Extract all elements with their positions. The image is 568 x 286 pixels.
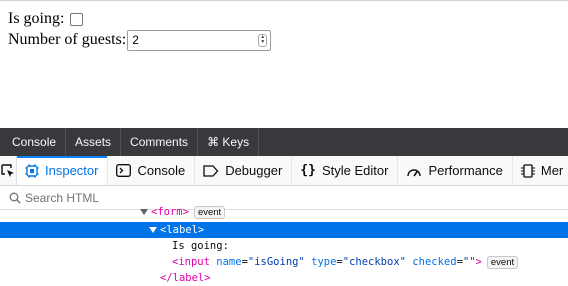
input-close-bracket: >: [475, 256, 482, 268]
memory-icon: [520, 163, 535, 178]
element-picker-button[interactable]: [0, 156, 17, 185]
expand-twisty-icon[interactable]: [149, 227, 157, 233]
element-picker-icon: [1, 163, 14, 177]
tab-performance-label: Performance: [428, 163, 503, 178]
tab-memory-label: Mer: [540, 163, 564, 178]
markup-form-node[interactable]: <form> event: [0, 204, 568, 220]
rendered-page: Is going: Number of guests: 2 ▲ ▼: [0, 0, 568, 128]
guests-label: Number of guests:: [8, 31, 127, 48]
input-open-tag: <input: [172, 256, 210, 268]
markup-tree: <form> event <label> Is going: <input na…: [0, 205, 568, 286]
inspector-icon: [25, 163, 39, 178]
markup-label-close[interactable]: </label>: [0, 270, 568, 286]
attr-value[interactable]: "isGoing": [248, 256, 305, 268]
top-tab-keys[interactable]: ⌘ Keys: [198, 128, 260, 156]
devtools-toolbar: Inspector Console Debugger {} Style Edit…: [0, 156, 568, 186]
attr-type[interactable]: type: [311, 256, 336, 268]
is-going-row: Is going:: [8, 9, 84, 29]
text-node-content: Is going:: [172, 240, 229, 252]
label-open-tag: <label>: [160, 224, 205, 236]
search-html-input[interactable]: Search HTML: [25, 191, 99, 205]
search-icon: [9, 192, 21, 204]
tab-console[interactable]: Console: [108, 156, 196, 185]
attr-checked[interactable]: checked: [412, 256, 456, 268]
expand-twisty-icon[interactable]: [140, 209, 148, 215]
spinner-icon[interactable]: ▲ ▼: [258, 33, 268, 47]
top-tab-console[interactable]: Console: [0, 128, 67, 156]
tab-debugger[interactable]: Debugger: [195, 156, 293, 185]
tab-inspector-label: Inspector: [45, 163, 99, 178]
tab-style-editor[interactable]: {} Style Editor: [292, 156, 399, 185]
console-icon: [116, 164, 132, 177]
event-badge[interactable]: event: [193, 205, 226, 219]
top-tab-comments[interactable]: Comments: [121, 128, 199, 156]
is-going-checkbox[interactable]: [70, 12, 84, 26]
guests-row: Number of guests: 2 ▲ ▼: [8, 29, 272, 51]
label-close-tag: </label>: [160, 272, 211, 284]
markup-text-node[interactable]: Is going:: [0, 238, 568, 254]
tab-inspector[interactable]: Inspector: [17, 156, 109, 185]
tab-style-editor-label: Style Editor: [321, 163, 389, 178]
tab-memory[interactable]: Mer: [513, 156, 568, 185]
markup-input-node[interactable]: <input name = "isGoing" type = "checkbox" ch…: [0, 254, 568, 270]
guests-number-input[interactable]: 2 ▲ ▼: [127, 29, 272, 51]
performance-icon: [406, 164, 422, 178]
tab-console-label: Console: [137, 163, 186, 178]
is-going-label: Is going:: [8, 10, 65, 27]
attr-checked-value[interactable]: "": [463, 256, 476, 268]
attr-name[interactable]: name: [216, 256, 241, 268]
tab-debugger-label: Debugger: [225, 163, 283, 178]
form-tag: <form>: [151, 206, 189, 218]
attr-type-value[interactable]: "checkbox": [343, 256, 406, 268]
event-badge[interactable]: event: [486, 255, 519, 269]
guests-value: 2: [132, 33, 139, 47]
tab-performance[interactable]: Performance: [398, 156, 513, 185]
markup-label-node-selected[interactable]: <label>: [0, 222, 568, 238]
top-tab-assets[interactable]: Assets: [66, 128, 122, 156]
debugger-icon: [203, 164, 219, 177]
style-editor-icon: {}: [300, 163, 316, 178]
devtools-top-strip: Console Assets Comments ⌘ Keys: [0, 128, 568, 156]
